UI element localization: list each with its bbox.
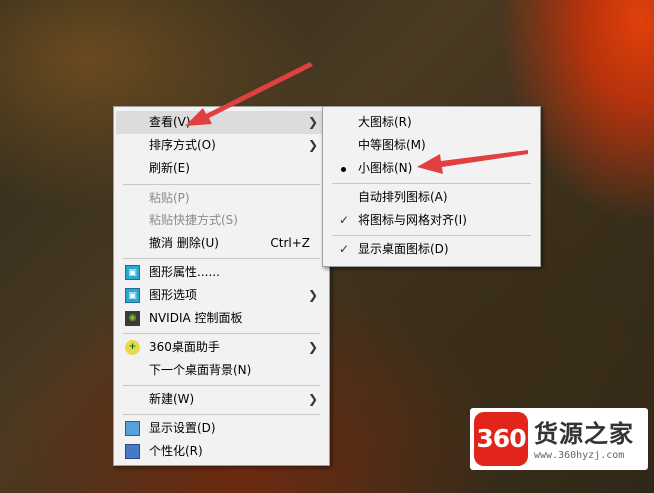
annotation-arrow-small-icons <box>417 150 528 174</box>
logo-title: 货源之家 <box>534 420 634 448</box>
watermark-logo: 360 货源之家 www.360hyzj.com <box>470 408 648 470</box>
annotation-arrow-view <box>185 62 313 126</box>
logo-url: www.360hyzj.com <box>534 450 625 461</box>
logo-badge: 360 <box>474 412 528 466</box>
